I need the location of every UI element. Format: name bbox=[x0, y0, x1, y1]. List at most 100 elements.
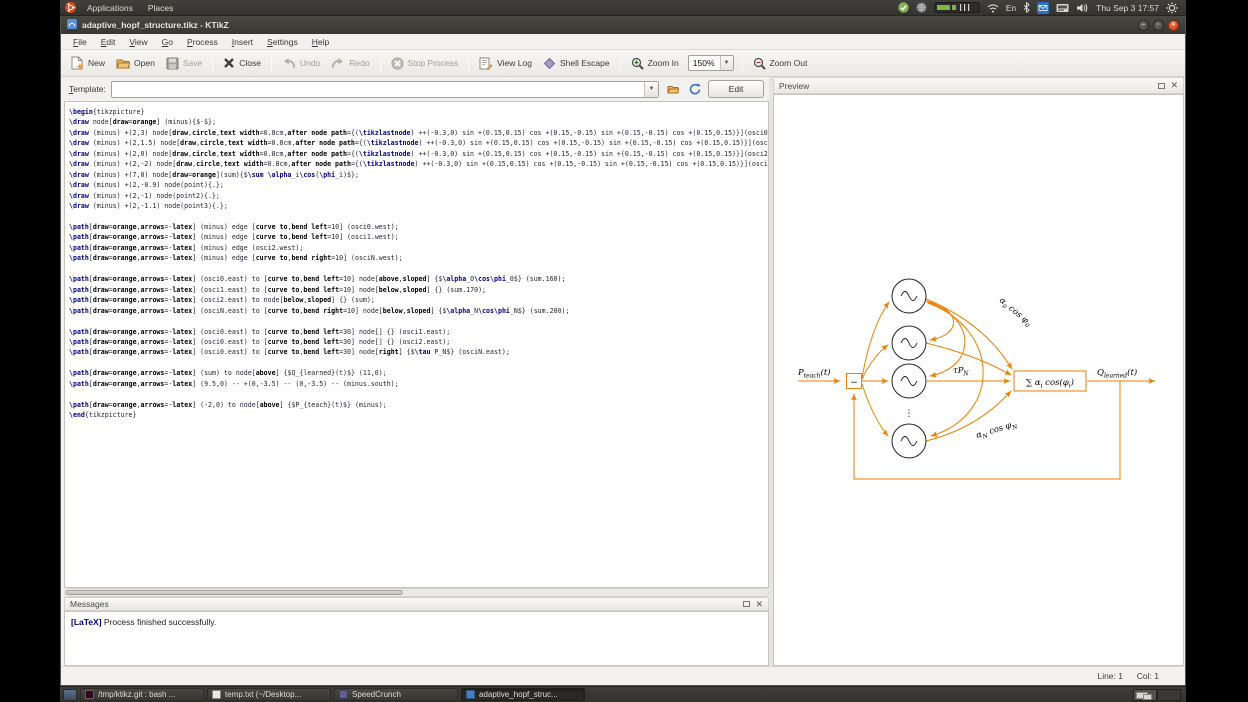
menu-insert[interactable]: Insert bbox=[225, 35, 260, 49]
open-button[interactable]: Open bbox=[111, 54, 160, 72]
code-line[interactable]: \draw (minus) +(2,-1) node(point2){.}; bbox=[69, 191, 768, 201]
taskbar-item[interactable]: SpeedCrunch bbox=[334, 688, 458, 701]
taskbar-item[interactable]: /tmp/ktikz.git : bash ... bbox=[80, 688, 204, 701]
preview-canvas[interactable]: − ⋮ bbox=[773, 94, 1184, 666]
workspace-2[interactable] bbox=[1157, 689, 1181, 701]
save-button-label: Save bbox=[183, 58, 202, 68]
template-dropdown-arrow-icon[interactable]: ▼ bbox=[644, 82, 658, 97]
code-line[interactable]: \draw (minus) +(2,-0.9) node(point){.}; bbox=[69, 180, 768, 190]
redo-button[interactable]: Redo bbox=[326, 54, 374, 72]
code-line[interactable]: \path[draw=orange,arrows=-latex] (minus)… bbox=[69, 243, 768, 253]
menu-settings[interactable]: Settings bbox=[260, 35, 305, 49]
float-dock-icon[interactable] bbox=[743, 601, 750, 607]
p-teach-label: Pteach(t) bbox=[797, 367, 831, 380]
code-line[interactable]: \draw (minus) +(2,-2) node[draw,circle,t… bbox=[69, 159, 768, 169]
code-line[interactable]: \path[draw=orange,arrows=-latex] (minus)… bbox=[69, 222, 768, 232]
shell-escape-button[interactable]: Shell Escape bbox=[538, 54, 615, 73]
code-line[interactable]: \end{tikzpicture} bbox=[69, 410, 768, 420]
code-line[interactable]: \path[draw=orange,arrows=-latex] (osciN.… bbox=[69, 306, 768, 316]
editor-horizontal-scrollbar[interactable] bbox=[64, 588, 769, 597]
code-line[interactable]: \path[draw=orange,arrows=-latex] (osci0.… bbox=[69, 274, 768, 284]
code-line[interactable]: \draw (minus) +(2,-1.1) node(point3){.}; bbox=[69, 201, 768, 211]
system-load-indicator[interactable] bbox=[934, 2, 980, 13]
zoom-dropdown-arrow-icon[interactable]: ▼ bbox=[720, 56, 733, 70]
undo-button[interactable]: Undo bbox=[277, 54, 325, 72]
updates-ok-icon[interactable] bbox=[898, 2, 909, 13]
menu-view[interactable]: View bbox=[122, 35, 154, 49]
code-line[interactable]: \draw (minus) +(2,1.5) node[draw,circle,… bbox=[69, 138, 768, 148]
new-button[interactable]: New bbox=[66, 53, 110, 73]
close-dock-icon[interactable]: ✕ bbox=[1170, 82, 1178, 89]
reload-template-button[interactable] bbox=[686, 81, 703, 98]
titlebar[interactable]: adaptive_hopf_structure.tikz - KTikZ – ▫… bbox=[61, 16, 1185, 34]
preview-dock-header: Preview ✕ bbox=[773, 77, 1184, 94]
stop-process-button[interactable]: Stop Process bbox=[386, 54, 464, 73]
show-desktop-button[interactable] bbox=[63, 689, 77, 701]
close-file-button[interactable]: Close bbox=[218, 54, 266, 72]
code-line[interactable]: \path[draw=orange,arrows=-latex] (-2,0) … bbox=[69, 400, 768, 410]
menu-edit[interactable]: Edit bbox=[94, 35, 123, 49]
view-log-button[interactable]: View Log bbox=[474, 54, 537, 73]
code-line[interactable] bbox=[69, 316, 768, 326]
template-combobox[interactable]: ▼ bbox=[111, 81, 659, 98]
float-dock-icon[interactable] bbox=[1158, 83, 1165, 89]
redo-button-label: Redo bbox=[349, 58, 369, 68]
zoom-level-value[interactable]: 150% bbox=[689, 58, 720, 68]
maximize-button[interactable]: ▫ bbox=[1153, 20, 1164, 31]
workspace-1[interactable] bbox=[1133, 689, 1157, 701]
code-line[interactable]: \path[draw=orange,arrows=-latex] (osci1.… bbox=[69, 285, 768, 295]
code-line[interactable]: \draw (minus) +(2,0) node[draw,circle,te… bbox=[69, 149, 768, 159]
wifi-icon[interactable] bbox=[987, 3, 999, 13]
gear-icon[interactable] bbox=[1166, 2, 1178, 14]
template-row: Template: ▼ Edit bbox=[64, 77, 769, 101]
zoom-in-button[interactable]: Zoom In bbox=[626, 54, 684, 73]
code-line[interactable] bbox=[69, 212, 768, 222]
applications-menu[interactable]: Applications bbox=[83, 2, 137, 14]
code-editor[interactable]: \begin{tikzpicture}\draw node[draw=orang… bbox=[64, 101, 769, 588]
code-line[interactable]: \draw (minus) +(7,0) node[draw=orange](s… bbox=[69, 170, 768, 180]
ubuntu-logo-icon[interactable] bbox=[65, 2, 76, 13]
code-line[interactable]: \path[draw=orange,arrows=-latex] (osci0.… bbox=[69, 327, 768, 337]
keyboard-layout-indicator[interactable]: En bbox=[1006, 3, 1016, 13]
code-line[interactable]: \begin{tikzpicture} bbox=[69, 107, 768, 117]
code-line[interactable] bbox=[69, 358, 768, 368]
code-line[interactable]: \path[draw=orange,arrows=-latex] (sum) t… bbox=[69, 368, 768, 378]
ktikz-icon bbox=[466, 690, 475, 699]
menu-file[interactable]: File bbox=[66, 35, 94, 49]
places-menu[interactable]: Places bbox=[144, 2, 178, 14]
menu-go[interactable]: Go bbox=[155, 35, 180, 49]
menu-help[interactable]: Help bbox=[305, 35, 336, 49]
code-line[interactable]: \path[draw=orange,arrows=-latex] (minus)… bbox=[69, 253, 768, 263]
code-line[interactable] bbox=[69, 389, 768, 399]
keyboard-icon[interactable] bbox=[1056, 3, 1069, 13]
scrollbar-thumb[interactable] bbox=[66, 590, 403, 595]
taskbar-item[interactable]: temp.txt (~/Desktop... bbox=[207, 688, 331, 701]
code-line[interactable]: \path[draw=orange,arrows=-latex] (9.5,0)… bbox=[69, 379, 768, 389]
browse-template-button[interactable] bbox=[664, 81, 681, 98]
volume-icon[interactable] bbox=[1076, 3, 1089, 13]
taskbar-item[interactable]: adaptive_hopf_struc... bbox=[461, 688, 585, 701]
zoom-out-button[interactable]: Zoom Out bbox=[748, 54, 813, 73]
close-dock-icon[interactable]: ✕ bbox=[755, 601, 763, 608]
messages-dock-header: Messages ✕ bbox=[64, 597, 769, 611]
minimize-button[interactable]: – bbox=[1138, 20, 1149, 31]
clock[interactable]: Thu Sep 3 17:57 bbox=[1096, 3, 1159, 13]
zoom-level-combobox[interactable]: 150% ▼ bbox=[688, 55, 734, 71]
code-line[interactable] bbox=[69, 264, 768, 274]
menu-process[interactable]: Process bbox=[180, 35, 225, 49]
mail-icon[interactable] bbox=[1037, 2, 1049, 14]
workspace-switcher[interactable] bbox=[1133, 689, 1181, 701]
text-icon bbox=[212, 690, 221, 699]
close-window-button[interactable]: ✕ bbox=[1168, 20, 1179, 31]
code-line[interactable]: \path[draw=orange,arrows=-latex] (minus)… bbox=[69, 232, 768, 242]
code-line[interactable]: \draw node[draw=orange] (minus){$-$}; bbox=[69, 117, 768, 127]
code-line[interactable]: \draw (minus) +(2,3) node[draw,circle,te… bbox=[69, 128, 768, 138]
save-button[interactable]: Save bbox=[161, 54, 207, 73]
code-line[interactable]: \path[draw=orange,arrows=-latex] (osci0.… bbox=[69, 347, 768, 357]
code-line[interactable]: \path[draw=orange,arrows=-latex] (osci0.… bbox=[69, 337, 768, 347]
bluetooth-icon[interactable] bbox=[1023, 2, 1030, 13]
code-line[interactable]: \path[draw=orange,arrows=-latex] (osci2.… bbox=[69, 295, 768, 305]
session-globe-icon[interactable] bbox=[916, 2, 927, 13]
edit-template-button[interactable]: Edit bbox=[708, 80, 764, 98]
template-label: Template: bbox=[69, 84, 106, 94]
